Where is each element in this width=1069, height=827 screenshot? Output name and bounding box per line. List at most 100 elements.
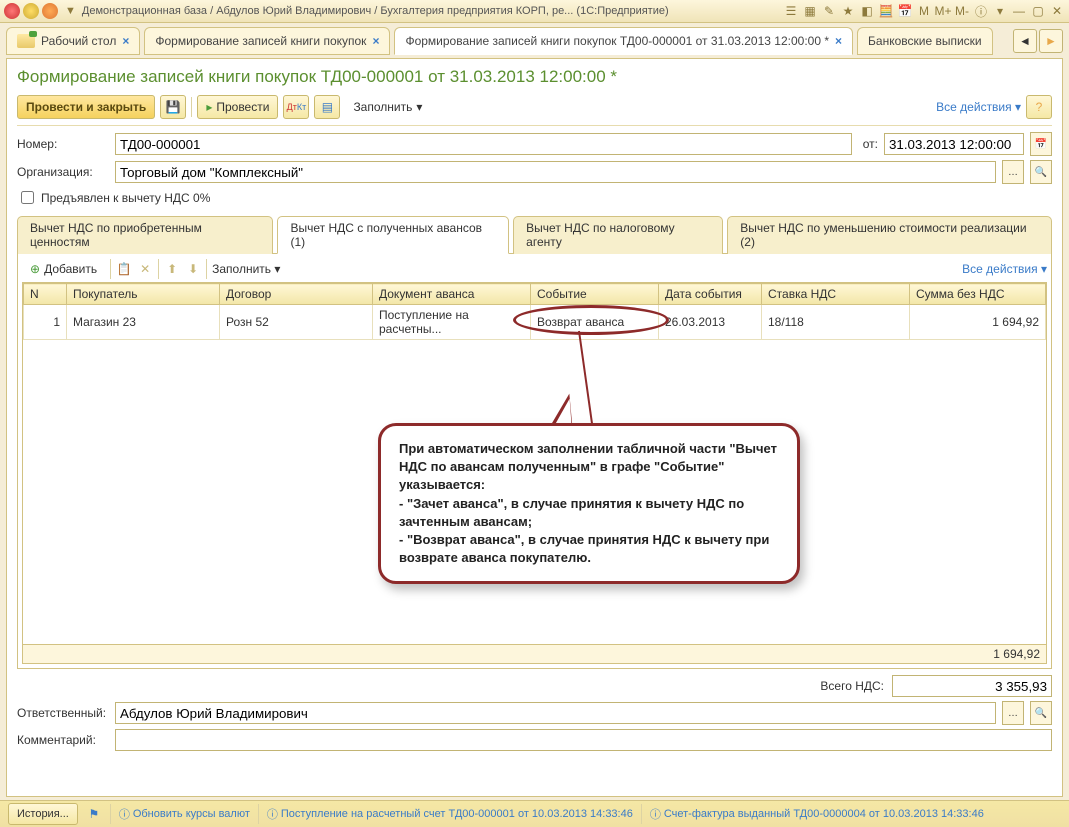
tab-doc-current[interactable]: Формирование записей книги покупок ТД00-… — [394, 27, 853, 55]
add-row-button[interactable]: ⊕ Добавить — [22, 258, 105, 280]
tab-bank[interactable]: Банковские выписки — [857, 27, 993, 55]
post-and-close-button[interactable]: Провести и закрыть — [17, 95, 155, 119]
cell-event-date[interactable]: 26.03.2013 — [659, 305, 762, 340]
nav-next-button[interactable]: ► — [1039, 29, 1063, 53]
window-titlebar: ▼ Демонстрационная база / Абдулов Юрий В… — [0, 0, 1069, 23]
traffic-icon[interactable] — [23, 3, 39, 19]
maximize-icon[interactable]: ▢ — [1030, 3, 1046, 19]
callout-text: - "Зачет аванса", в случае принятия к вы… — [399, 495, 779, 531]
help-button[interactable]: ? — [1026, 95, 1052, 119]
tab-doc1[interactable]: Формирование записей книги покупок × — [144, 27, 390, 55]
cell-event[interactable]: Возврат аванса — [531, 305, 659, 340]
date-input[interactable] — [884, 133, 1024, 155]
button-label: Провести — [216, 100, 269, 114]
post-button[interactable]: ▸ Провести — [197, 95, 278, 119]
toolbar-icon[interactable]: ✎ — [821, 3, 837, 19]
toolbar-icon[interactable]: ▦ — [802, 3, 818, 19]
close-icon[interactable]: × — [122, 34, 129, 48]
tab-desktop[interactable]: Рабочий стол × — [6, 27, 140, 55]
info-icon: ⓘ — [119, 806, 130, 822]
fill-button[interactable]: Заполнить ▾ — [345, 96, 430, 118]
responsible-input[interactable] — [115, 702, 996, 724]
tab-purchased-vat[interactable]: Вычет НДС по приобретенным ценностям — [17, 216, 273, 254]
separator — [258, 804, 259, 824]
dropdown-arrow-icon[interactable]: ▾ — [992, 3, 1008, 19]
status-link-invoice[interactable]: ⓘ Счет-фактура выданный ТД00-0000004 от … — [650, 806, 984, 822]
status-link-rates[interactable]: ⓘ Обновить курсы валют — [119, 806, 250, 822]
m-minus-icon[interactable]: M- — [954, 3, 970, 19]
vat-zero-label: Предъявлен к вычету НДС 0% — [41, 191, 210, 205]
column-total: 1 694,92 — [993, 647, 1040, 661]
dropdown-arrow-icon[interactable]: ▼ — [65, 5, 76, 17]
number-input[interactable] — [115, 133, 852, 155]
traffic-icon[interactable] — [42, 3, 58, 19]
cell-sum[interactable]: 1 694,92 — [910, 305, 1046, 340]
info-icon[interactable]: ⓘ — [973, 3, 989, 19]
report-button[interactable]: ▤ — [314, 95, 340, 119]
nav-prev-button[interactable]: ◄ — [1013, 29, 1037, 53]
select-button[interactable]: … — [1002, 701, 1024, 725]
annotation-callout: При автоматическом заполнении табличной … — [378, 423, 800, 584]
data-grid: N Покупатель Договор Документ аванса Соб… — [22, 282, 1047, 664]
date-label: от: — [858, 137, 878, 151]
close-icon[interactable]: × — [835, 34, 842, 48]
status-text: Обновить курсы валют — [133, 808, 250, 820]
cell-contract[interactable]: Розн 52 — [220, 305, 373, 340]
tab-advance-vat[interactable]: Вычет НДС с полученных авансов (1) — [277, 216, 509, 254]
tab-agent-vat[interactable]: Вычет НДС по налоговому агенту — [513, 216, 723, 254]
close-icon[interactable]: × — [372, 34, 379, 48]
calendar-button[interactable]: 📅 — [1030, 132, 1052, 156]
move-down-icon[interactable]: ⬇ — [185, 261, 201, 277]
move-up-icon[interactable]: ⬆ — [164, 261, 180, 277]
dt-kt-button[interactable]: ДтКт — [283, 95, 309, 119]
org-input[interactable] — [115, 161, 996, 183]
m-plus-icon[interactable]: M+ — [935, 3, 951, 19]
toolbar-icon[interactable]: ◧ — [859, 3, 875, 19]
save-button[interactable]: 💾 — [160, 95, 186, 119]
number-label: Номер: — [17, 137, 109, 151]
document-form: Формирование записей книги покупок ТД00-… — [6, 58, 1063, 797]
delete-icon[interactable]: ✕ — [137, 261, 153, 277]
cell-n[interactable]: 1 — [24, 305, 67, 340]
col-n[interactable]: N — [24, 284, 67, 305]
cell-buyer[interactable]: Магазин 23 — [67, 305, 220, 340]
col-contract[interactable]: Договор — [220, 284, 373, 305]
minimize-icon[interactable]: — — [1011, 3, 1027, 19]
cell-rate[interactable]: 18/118 — [762, 305, 910, 340]
vat-zero-checkbox[interactable] — [21, 191, 34, 204]
button-label: Заполнить — [212, 262, 271, 276]
favorite-icon[interactable]: ★ — [840, 3, 856, 19]
col-buyer[interactable]: Покупатель — [67, 284, 220, 305]
notify-icon[interactable]: ⚑ — [86, 806, 102, 822]
m-icon[interactable]: M — [916, 3, 932, 19]
calculator-icon[interactable]: 🧮 — [878, 3, 894, 19]
comment-input[interactable] — [115, 729, 1052, 751]
open-button[interactable]: 🔍 — [1030, 701, 1052, 725]
table-header: N Покупатель Договор Документ аванса Соб… — [24, 284, 1046, 305]
col-rate[interactable]: Ставка НДС — [762, 284, 910, 305]
copy-icon[interactable]: 📋 — [116, 261, 132, 277]
total-label: Всего НДС: — [820, 679, 884, 693]
col-sum[interactable]: Сумма без НДС — [910, 284, 1046, 305]
responsible-label: Ответственный: — [17, 706, 109, 720]
calendar-icon[interactable]: 📅 — [897, 3, 913, 19]
col-doc[interactable]: Документ аванса — [373, 284, 531, 305]
totals-bar: Всего НДС: — [17, 675, 1052, 697]
logo-icon — [4, 3, 20, 19]
table-all-actions-link[interactable]: Все действия ▾ — [962, 262, 1047, 276]
link-label: Все действия — [936, 100, 1011, 114]
col-event-date[interactable]: Дата события — [659, 284, 762, 305]
col-event[interactable]: Событие — [531, 284, 659, 305]
close-icon[interactable]: ✕ — [1049, 3, 1065, 19]
toolbar-icon[interactable]: ☰ — [783, 3, 799, 19]
table-row[interactable]: 1 Магазин 23 Розн 52 Поступление на расч… — [24, 305, 1046, 340]
status-link-receipt[interactable]: ⓘ Поступление на расчетный счет ТД00-000… — [267, 806, 633, 822]
org-label: Организация: — [17, 165, 109, 179]
tab-decrease-vat[interactable]: Вычет НДС по уменьшению стоимости реализ… — [727, 216, 1052, 254]
all-actions-link[interactable]: Все действия ▾ — [936, 100, 1021, 114]
open-button[interactable]: 🔍 — [1030, 160, 1052, 184]
cell-doc[interactable]: Поступление на расчетны... — [373, 305, 531, 340]
select-button[interactable]: … — [1002, 160, 1024, 184]
history-button[interactable]: История... — [8, 803, 78, 825]
fill-table-button[interactable]: Заполнить ▾ — [212, 262, 280, 276]
